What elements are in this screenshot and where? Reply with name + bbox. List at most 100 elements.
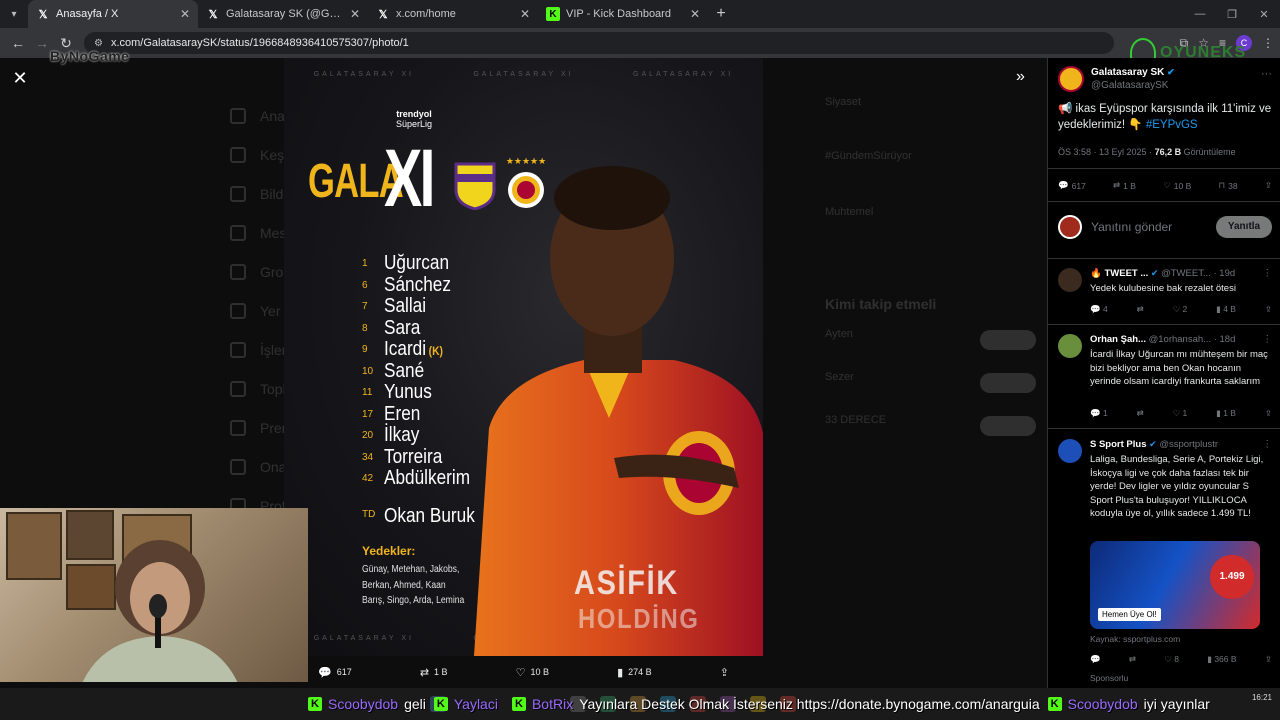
divider (1048, 201, 1280, 202)
share-icon[interactable]: ⇪ (1265, 304, 1272, 315)
xi-title: XI (384, 133, 435, 224)
like-button[interactable]: ♡ 10 B (1163, 180, 1191, 191)
people-icon (230, 381, 246, 397)
reply-input[interactable]: Yanıtını gönder (1091, 220, 1172, 234)
ghost-trend: Muhtemel (825, 206, 874, 218)
divider (1048, 258, 1280, 259)
ghost-suggestion: Sezer (825, 371, 854, 383)
expand-panel-icon[interactable]: » (1016, 68, 1025, 86)
commenter-avatar[interactable] (1058, 268, 1082, 292)
close-viewer-icon[interactable]: ✕ (10, 68, 30, 88)
reply-icon: 💬 (318, 666, 332, 679)
tweet-text: 📢 ikas Eyüpspor karşısında ilk 11'imiz v… (1058, 103, 1272, 131)
browser-menu-icon[interactable]: ⋮ (1262, 36, 1274, 50)
ad-source[interactable]: Kaynak: ssportplus.com (1090, 634, 1180, 644)
chat-message: K BotRix Yayınlara Destek Olmak İsterseniz… (511, 696, 1040, 712)
more-options-icon[interactable]: ⋮ (1263, 439, 1273, 450)
url-text[interactable]: x.com/GalatasaraySK/status/1966848936410… (111, 37, 409, 49)
views-button[interactable]: ▮ 1 B (1216, 408, 1236, 419)
tweet-detail-panel: Galatasaray SK ✔ @GalatasaraySK ··· 📢 ik… (1047, 58, 1280, 688)
repost-button[interactable]: ⇄ (1137, 304, 1144, 315)
share-button[interactable]: ⇪ (1265, 180, 1272, 191)
repost-button[interactable]: ⇄ (1129, 654, 1136, 665)
sponsored-post[interactable]: S Sport Plus ✔ @ssportplustr ⋮ Laliga, Bu… (1058, 439, 1272, 688)
back-icon[interactable]: ← (6, 35, 30, 51)
reply-icon: 💬 (1058, 180, 1069, 190)
price-badge: 1.499 (1210, 555, 1254, 599)
like-button[interactable]: ♡ 8 (1164, 654, 1179, 665)
ad-image[interactable]: 1.499 Hemen Üye Ol! (1090, 541, 1260, 629)
reply-button[interactable]: 💬 1 (1090, 408, 1108, 419)
watermark-row: GALATASARAY XI GALATASARAY XI GALATASARA… (313, 71, 734, 78)
kick-logo-icon: K (308, 697, 322, 711)
commenter-avatar[interactable] (1058, 334, 1082, 358)
ghost-trend: #GündemSürüyor (825, 150, 912, 162)
minimize-icon[interactable]: — (1184, 8, 1216, 21)
tweet-meta: ÖS 3:58 · 13 Eyl 2025 · 76,2 B Görüntüle… (1058, 147, 1236, 157)
close-tab-icon[interactable]: ✕ (350, 7, 360, 21)
browser-tab-1[interactable]: 𝕏 Anasayfa / X ✕ (28, 0, 198, 28)
repost-button[interactable]: ⇄ (1137, 408, 1144, 419)
browser-tab-2[interactable]: 𝕏 Galatasaray SK (@GalatasaraySK ✕ (198, 0, 368, 28)
new-tab-icon[interactable]: + (708, 5, 734, 23)
like-button[interactable]: ♡ 10 B (516, 666, 549, 679)
ad-cta-button[interactable]: Hemen Üye Ol! (1098, 608, 1161, 621)
reply-button[interactable]: 💬 617 (1058, 180, 1086, 191)
share-icon[interactable]: ⇪ (1265, 654, 1272, 665)
more-options-icon[interactable]: ⋮ (1263, 334, 1273, 345)
comment-item[interactable]: Orhan Şah... @1orhansah... · 18d ⋮ İcardi… (1058, 334, 1272, 426)
x-logo-icon: 𝕏 (38, 8, 48, 21)
more-options-icon[interactable]: ⋮ (1263, 268, 1273, 279)
like-button[interactable]: ♡ 1 (1173, 408, 1188, 419)
reply-submit-button[interactable]: Yanıtla (1216, 216, 1272, 238)
reply-button[interactable]: 💬 4 (1090, 304, 1108, 315)
share-icon[interactable]: ⇪ (1265, 408, 1272, 419)
home-icon (230, 108, 246, 124)
views-button[interactable]: ▮ 274 B (617, 666, 652, 679)
ghost-section-title: Kimi takip etmeli (825, 296, 937, 312)
tab-search-icon[interactable]: ▾ (0, 0, 28, 28)
repost-button[interactable]: ⇄ 1 B (420, 666, 448, 679)
tweet-author[interactable]: Galatasaray SK ✔ @GalatasaraySK ··· (1058, 66, 1272, 96)
like-button[interactable]: ♡ 2 (1173, 304, 1188, 315)
lineup-photo: GALATASARAY XI GALATASARAY XI GALATASARA… (284, 58, 763, 656)
kick-logo-icon: K (433, 697, 448, 711)
commenter-avatar[interactable] (1058, 439, 1082, 463)
views-button[interactable]: ▮ 4 B (1216, 304, 1236, 315)
reply-composer: Yanıtını gönder Yanıtla (1058, 213, 1272, 243)
close-tab-icon[interactable]: ✕ (180, 7, 190, 21)
verified-badge-icon: ✔ (1149, 439, 1157, 449)
chart-icon: ▮ (617, 666, 624, 679)
x-logo-icon: 𝕏 (378, 8, 388, 21)
tab-title: x.com/home (396, 8, 456, 20)
heart-icon: ♡ (1163, 180, 1171, 190)
comment-item[interactable]: 🔥 TWEET ... ✔ @TWEET... · 19d ⋮ Yedek kul… (1058, 268, 1272, 324)
reply-button[interactable]: 💬 (1090, 654, 1101, 665)
browser-tab-3[interactable]: 𝕏 x.com/home ✕ (368, 0, 538, 28)
share-button[interactable]: ⇪ (720, 666, 729, 679)
repost-icon: ⇄ (1113, 180, 1121, 190)
bynogame-logo: ByNoGame (50, 48, 130, 64)
maximize-icon[interactable]: ❐ (1216, 8, 1248, 21)
close-tab-icon[interactable]: ✕ (520, 7, 530, 21)
author-avatar[interactable] (1058, 66, 1084, 92)
more-options-icon[interactable]: ··· (1261, 68, 1272, 80)
bookmark-button[interactable]: ⊓ 38 (1219, 180, 1238, 191)
views-button[interactable]: ▮ 366 B (1207, 654, 1236, 665)
repost-button[interactable]: ⇄ 1 B (1113, 180, 1136, 191)
shirt-sponsor-text: ASİFİK (574, 564, 679, 602)
reply-button[interactable]: 💬 617 (318, 666, 352, 679)
author-handle[interactable]: @GalatasaraySK (1091, 80, 1168, 91)
ghost-suggestion: Ayten (825, 328, 853, 340)
close-window-icon[interactable]: ✕ (1248, 8, 1280, 21)
hashtag-link[interactable]: #EYPvGS (1146, 119, 1198, 131)
close-tab-icon[interactable]: ✕ (690, 7, 700, 21)
address-bar[interactable]: ⚙ x.com/GalatasaraySK/status/19668489364… (84, 32, 1114, 54)
mail-icon (230, 225, 246, 241)
ghost-nav-item: İşler (230, 340, 286, 360)
verified-badge-icon: ✔ (1150, 268, 1159, 278)
author-name[interactable]: Galatasaray SK ✔ (1091, 67, 1175, 78)
heart-icon: ♡ (515, 666, 526, 679)
site-info-icon[interactable]: ⚙ (94, 38, 103, 49)
browser-tab-4[interactable]: K VIP - Kick Dashboard ✕ (538, 0, 708, 28)
